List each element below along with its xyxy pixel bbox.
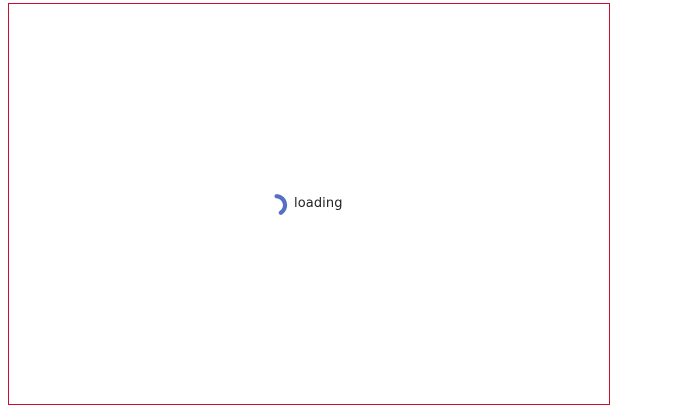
loading-label: loading xyxy=(294,196,343,211)
chart-container: loading xyxy=(8,3,610,405)
loading-indicator: loading xyxy=(271,192,343,216)
spinner-arc-icon xyxy=(274,194,288,215)
